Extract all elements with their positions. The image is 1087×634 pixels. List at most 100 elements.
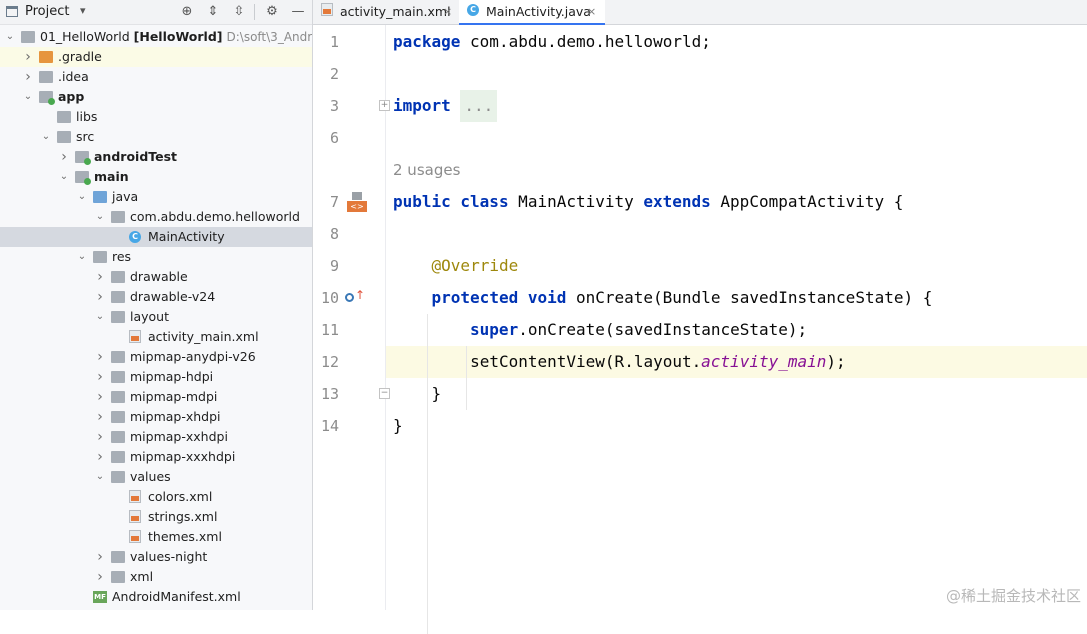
chevron-right-icon[interactable]: › xyxy=(94,547,106,567)
tree-item[interactable]: › mipmap-mdpi xyxy=(0,387,312,407)
tree-item[interactable]: › mipmap-hdpi xyxy=(0,367,312,387)
chevron-down-icon[interactable]: ⌄ xyxy=(40,127,52,147)
code-line[interactable]: super .onCreate(savedInstanceState); xyxy=(386,314,1087,346)
editor-gutter[interactable]: 1 2 3 +6 7 <> 8 9 10 ↑ 11 12 13−14 xyxy=(313,25,390,610)
chevron-down-icon[interactable]: ⌄ xyxy=(58,167,70,187)
folded-imports[interactable]: ... xyxy=(460,90,498,122)
chevron-down-icon[interactable]: ⌄ xyxy=(4,27,16,47)
line-number xyxy=(313,154,339,186)
settings-icon[interactable]: ⚙ xyxy=(263,3,281,21)
tree-item[interactable]: › values-night xyxy=(0,547,312,567)
code-line[interactable] xyxy=(386,218,1087,250)
tree-item[interactable]: › drawable xyxy=(0,267,312,287)
code-line[interactable]: } xyxy=(386,410,1087,442)
chevron-right-icon[interactable]: › xyxy=(94,427,106,447)
close-icon[interactable]: × xyxy=(587,0,596,24)
tree-item[interactable]: › drawable-v24 xyxy=(0,287,312,307)
tree-item[interactable]: themes.xml xyxy=(0,527,312,547)
code-line[interactable]: protected void onCreate(Bundle savedInst… xyxy=(386,282,1087,314)
tree-item[interactable]: ⌄ src xyxy=(0,127,312,147)
tree-item[interactable]: ⌄ com.abdu.demo.helloworld xyxy=(0,207,312,227)
tree-item[interactable]: ⌄ layout xyxy=(0,307,312,327)
chevron-right-icon[interactable]: › xyxy=(94,347,106,367)
tree-item[interactable]: ⌄ 01_HelloWorld [HelloWorld] D:\soft\3_An… xyxy=(0,27,312,47)
code-editor[interactable]: package com.abdu.demo.helloworld; import … xyxy=(386,25,1087,634)
chevron-down-icon[interactable]: ⌄ xyxy=(76,187,88,207)
tree-item[interactable]: libs xyxy=(0,107,312,127)
module-folder-icon xyxy=(39,91,55,105)
collapse-all-icon[interactable]: ⇳ xyxy=(230,3,248,21)
tab-main-activity-java[interactable]: C MainActivity.java × xyxy=(459,0,605,25)
tree-item[interactable]: ⌄ values xyxy=(0,467,312,487)
indent-guide xyxy=(466,346,467,410)
code-line[interactable] xyxy=(386,58,1087,90)
tree-item[interactable]: ⌄ app xyxy=(0,87,312,107)
chevron-down-icon[interactable]: ⌄ xyxy=(94,307,106,327)
tree-item-name: .gradle xyxy=(58,49,102,64)
tree-item[interactable]: › xml xyxy=(0,567,312,587)
tree-item[interactable]: › androidTest xyxy=(0,147,312,167)
tree-item[interactable]: MF AndroidManifest.xml xyxy=(0,587,312,607)
chevron-right-icon[interactable]: › xyxy=(94,367,106,387)
override-method-icon[interactable]: ↑ xyxy=(345,288,365,304)
chevron-right-icon[interactable]: › xyxy=(58,147,70,167)
tree-item[interactable]: › mipmap-xxhdpi xyxy=(0,427,312,447)
tree-item-label: mipmap-xhdpi xyxy=(130,407,221,427)
tree-item-name: app xyxy=(58,89,85,104)
project-view-title[interactable]: Project xyxy=(25,4,69,19)
line-number: 3 xyxy=(329,97,339,115)
expand-all-icon[interactable]: ⇕ xyxy=(204,3,222,21)
tree-item[interactable]: strings.xml xyxy=(0,507,312,527)
tree-item[interactable]: › mipmap-xhdpi xyxy=(0,407,312,427)
chevron-right-icon[interactable]: › xyxy=(94,447,106,467)
tree-item[interactable]: ⌄ res xyxy=(0,247,312,267)
hide-icon[interactable]: — xyxy=(289,3,307,21)
related-layout-icon[interactable]: <> xyxy=(347,192,367,212)
folder-icon xyxy=(111,391,125,403)
folder-icon xyxy=(111,351,125,363)
folder-icon xyxy=(111,471,125,483)
tree-item[interactable]: › mipmap-xxxhdpi xyxy=(0,447,312,467)
tree-item[interactable]: › .idea xyxy=(0,67,312,87)
chevron-right-icon[interactable]: › xyxy=(22,67,34,87)
tree-item-label: values-night xyxy=(130,547,207,567)
chevron-down-icon[interactable]: ▾ xyxy=(80,4,86,17)
chevron-down-icon[interactable]: ⌄ xyxy=(94,467,106,487)
chevron-right-icon[interactable]: › xyxy=(22,47,34,67)
tree-item[interactable]: colors.xml xyxy=(0,487,312,507)
code-line[interactable]: @Override xyxy=(386,250,1087,282)
tree-item-label: xml xyxy=(130,567,153,587)
code-line[interactable]: setContentView(R.layout. activity_main); xyxy=(386,346,1087,378)
tree-item[interactable]: › .gradle xyxy=(0,47,312,67)
chevron-down-icon[interactable]: ⌄ xyxy=(94,207,106,227)
code-line[interactable]: } xyxy=(386,378,1087,410)
tab-activity-main-xml[interactable]: activity_main.xml × xyxy=(313,0,458,24)
chevron-right-icon[interactable]: › xyxy=(94,267,106,287)
tree-item-name: .idea xyxy=(58,69,89,84)
close-icon[interactable]: × xyxy=(443,0,452,24)
tree-item[interactable]: activity_main.xml xyxy=(0,327,312,347)
tree-item[interactable]: C MainActivity xyxy=(0,227,312,247)
chevron-right-icon[interactable]: › xyxy=(94,387,106,407)
usages-hint[interactable]: 2 usages xyxy=(393,154,460,186)
code-vision-hint[interactable]: 2 usages xyxy=(386,154,1087,186)
tree-item[interactable]: ⌄ main xyxy=(0,167,312,187)
class-icon: C xyxy=(467,4,479,16)
chevron-right-icon[interactable]: › xyxy=(94,287,106,307)
code-line[interactable]: package com.abdu.demo.helloworld; xyxy=(386,26,1087,58)
project-view-icon xyxy=(6,6,18,17)
code-line[interactable]: public class MainActivity extends AppCom… xyxy=(386,186,1087,218)
locate-icon[interactable]: ⊕ xyxy=(178,3,196,21)
chevron-down-icon[interactable]: ⌄ xyxy=(22,87,34,107)
chevron-right-icon[interactable]: › xyxy=(94,407,106,427)
tree-item[interactable]: ⌄ java xyxy=(0,187,312,207)
chevron-down-icon[interactable]: ⌄ xyxy=(76,247,88,267)
code-line[interactable]: import ... xyxy=(386,90,1087,122)
tree-item-label: mipmap-mdpi xyxy=(130,387,217,407)
tree-item[interactable]: › mipmap-anydpi-v26 xyxy=(0,347,312,367)
tree-item-label: androidTest xyxy=(94,147,177,167)
chevron-right-icon[interactable]: › xyxy=(94,567,106,587)
tree-item-name: com.abdu.demo.helloworld xyxy=(130,209,300,224)
code-line[interactable] xyxy=(386,122,1087,154)
